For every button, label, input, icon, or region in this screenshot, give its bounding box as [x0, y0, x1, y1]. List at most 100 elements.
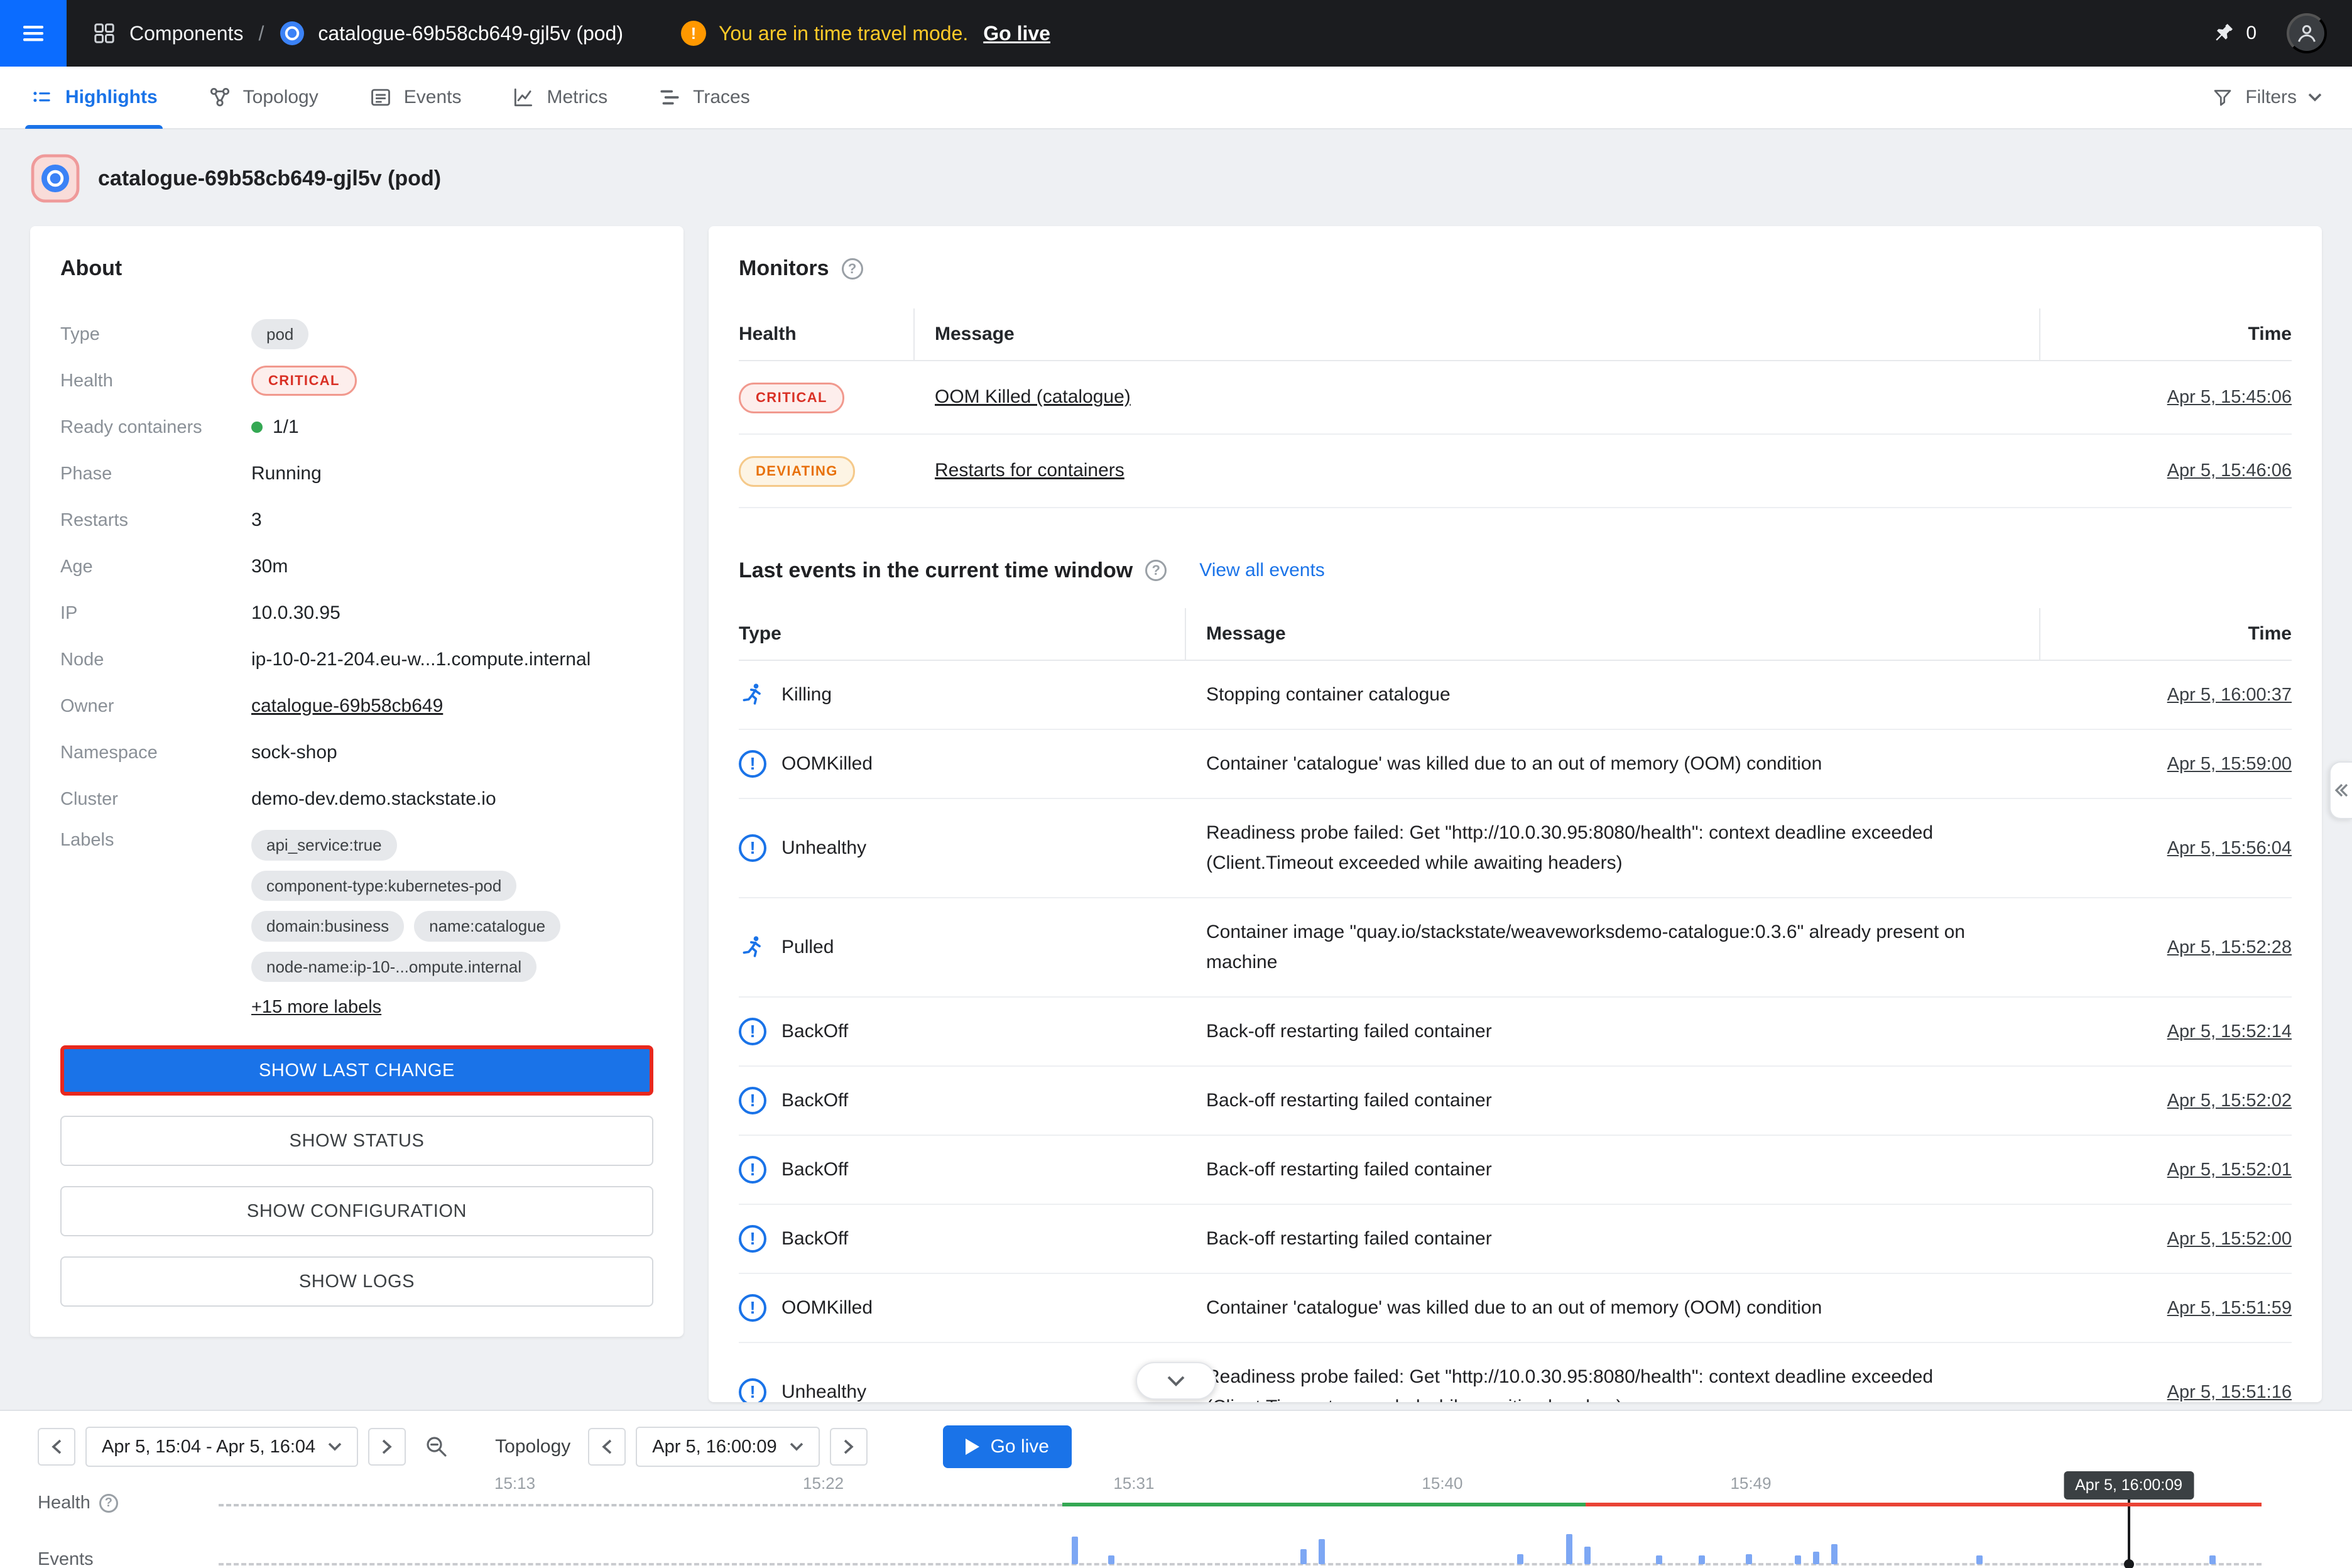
event-type-cell: !BackOff	[739, 1136, 1186, 1204]
event-histogram-bar	[1319, 1539, 1325, 1564]
page-header: catalogue-69b58cb649-gjl5v (pod)	[0, 129, 2352, 226]
monitor-message-link[interactable]: Restarts for containers	[935, 460, 1124, 481]
event-histogram-bar	[1300, 1549, 1307, 1564]
go-live-button[interactable]: Go live	[943, 1425, 1072, 1468]
event-histogram-bar	[1517, 1554, 1523, 1564]
action-show-configuration-button[interactable]: SHOW CONFIGURATION	[60, 1186, 653, 1236]
breadcrumb: Components / catalogue-69b58cb649-gjl5v …	[67, 20, 623, 46]
time-range-forward-button[interactable]	[368, 1428, 406, 1466]
view-all-events-link[interactable]: View all events	[1199, 560, 1325, 581]
time-range-back-button[interactable]	[38, 1428, 75, 1466]
event-message-text: Readiness probe failed: Get "http://10.0…	[1206, 822, 1933, 873]
warning-icon: !	[681, 21, 706, 46]
event-histogram-bar	[1746, 1554, 1752, 1564]
right-panel-collapse-handle[interactable]	[2329, 761, 2352, 819]
topology-label: Topology	[495, 1436, 570, 1457]
action-show-last-change-button[interactable]: SHOW LAST CHANGE	[60, 1045, 653, 1096]
time-range-select[interactable]: Apr 5, 15:04 - Apr 5, 16:04	[85, 1427, 358, 1467]
event-row: !Unhealthy Readiness probe failed: Get "h…	[739, 799, 2292, 898]
event-time-link[interactable]: Apr 5, 15:59:00	[2167, 754, 2292, 774]
tab-highlights[interactable]: Highlights	[30, 66, 158, 129]
event-time-link[interactable]: Apr 5, 15:52:14	[2167, 1021, 2292, 1042]
event-histogram-bar	[1584, 1547, 1591, 1564]
action-show-status-button[interactable]: SHOW STATUS	[60, 1116, 653, 1166]
column-header-time: Time	[2040, 608, 2292, 660]
monitor-time-link[interactable]: Apr 5, 15:45:06	[2167, 387, 2292, 407]
about-field: PhaseRunning	[60, 450, 653, 497]
event-time-link[interactable]: Apr 5, 15:56:04	[2167, 838, 2292, 858]
monitor-message-cell: Restarts for containers	[915, 435, 2040, 506]
owner-link[interactable]: catalogue-69b58cb649	[251, 695, 443, 717]
about-labels-list: api_service:true component-type:kubernete…	[251, 830, 653, 982]
health-segment-critical	[1586, 1503, 2262, 1506]
pinned-items-button[interactable]: 0	[2211, 21, 2257, 46]
monitor-row: DEVIATINGRestarts for containersApr 5, 1…	[739, 435, 2292, 508]
about-field-value: 10.0.30.95	[251, 602, 653, 624]
monitor-time-link[interactable]: Apr 5, 15:46:06	[2167, 460, 2292, 481]
go-live-link[interactable]: Go live	[983, 22, 1050, 45]
monitor-health-cell: CRITICAL	[739, 361, 915, 433]
event-time-link[interactable]: Apr 5, 15:51:16	[2167, 1382, 2292, 1402]
column-header-time: Time	[2040, 308, 2292, 360]
field-value-text: 30m	[251, 556, 288, 577]
timeline-chart: Health ? Events Apr 5, 16:00:09 15:1315:…	[0, 1471, 2352, 1568]
event-running-icon	[739, 934, 766, 961]
event-histogram-bar	[1976, 1555, 1983, 1564]
event-row: !BackOffBack-off restarting failed conta…	[739, 1136, 2292, 1205]
about-field-value: 3	[251, 509, 653, 531]
health-help-icon[interactable]: ?	[99, 1494, 118, 1513]
zoom-out-button[interactable]	[423, 1434, 450, 1460]
monitor-message-cell: OOM Killed (catalogue)	[915, 362, 2040, 432]
topology-icon	[208, 85, 232, 109]
event-time-link[interactable]: Apr 5, 15:51:59	[2167, 1298, 2292, 1318]
event-histogram-bar	[1072, 1537, 1078, 1564]
event-histogram-bar	[1795, 1555, 1801, 1564]
filters-button[interactable]: Filters	[2211, 86, 2322, 109]
event-type-cell: !OOMKilled	[739, 1274, 1186, 1342]
tab-traces[interactable]: Traces	[658, 66, 750, 129]
about-field-label: Node	[60, 650, 251, 670]
topology-time-select[interactable]: Apr 5, 16:00:09	[636, 1427, 819, 1467]
monitor-message-link[interactable]: OOM Killed (catalogue)	[935, 386, 1131, 407]
topology-time-back-button[interactable]	[588, 1428, 626, 1466]
events-row-label: Events	[38, 1549, 94, 1568]
event-message-cell: Stopping container catalogue	[1186, 661, 2040, 729]
chevron-down-icon	[328, 1442, 342, 1451]
action-show-logs-button[interactable]: SHOW LOGS	[60, 1256, 653, 1307]
event-type-cell: !Unhealthy	[739, 814, 1186, 882]
event-time-link[interactable]: Apr 5, 15:52:00	[2167, 1229, 2292, 1249]
breadcrumb-components[interactable]: Components	[92, 21, 243, 46]
timeline-plot[interactable]: Apr 5, 16:00:09 15:1315:2215:3115:4015:4…	[219, 1471, 2262, 1568]
event-type-label: BackOff	[781, 1224, 848, 1254]
event-time-link[interactable]: Apr 5, 16:00:37	[2167, 685, 2292, 705]
events-table-header: Type Message Time	[739, 608, 2292, 661]
event-type-label: BackOff	[781, 1086, 848, 1116]
about-labels-field: Labels api_service:truecomponent-type:ku…	[60, 822, 653, 1023]
monitors-help-icon[interactable]: ?	[842, 258, 863, 280]
breadcrumb-entity[interactable]: catalogue-69b58cb649-gjl5v (pod)	[279, 20, 623, 46]
about-field-value: pod	[251, 319, 653, 350]
about-field: Nodeip-10-0-21-204.eu-w...1.compute.inte…	[60, 636, 653, 683]
topology-time-forward-button[interactable]	[830, 1428, 868, 1466]
label-badge: component-type:kubernetes-pod	[251, 871, 516, 901]
view-tab-bar: Highlights Topology Events Metrics Trace…	[0, 67, 2352, 129]
tab-metrics[interactable]: Metrics	[511, 66, 607, 129]
user-avatar-button[interactable]	[2287, 13, 2327, 53]
play-icon	[966, 1439, 979, 1455]
about-field-label: Ready containers	[60, 417, 251, 438]
event-type-cell: !BackOff	[739, 1205, 1186, 1273]
about-field-label: Owner	[60, 696, 251, 717]
more-labels-link[interactable]: +15 more labels	[251, 997, 381, 1018]
event-time-link[interactable]: Apr 5, 15:52:28	[2167, 937, 2292, 957]
breadcrumb-root-label: Components	[129, 22, 243, 45]
label-badge: api_service:true	[251, 830, 397, 861]
pod-icon	[279, 20, 305, 46]
hamburger-menu-button[interactable]	[0, 0, 67, 67]
event-time-link[interactable]: Apr 5, 15:52:01	[2167, 1160, 2292, 1180]
events-help-icon[interactable]: ?	[1145, 560, 1167, 581]
tab-topology[interactable]: Topology	[208, 66, 318, 129]
expand-timeline-button[interactable]	[1136, 1362, 1216, 1400]
tab-events[interactable]: Events	[369, 66, 462, 129]
events-title: Last events in the current time window	[739, 558, 1133, 583]
event-time-link[interactable]: Apr 5, 15:52:02	[2167, 1091, 2292, 1111]
